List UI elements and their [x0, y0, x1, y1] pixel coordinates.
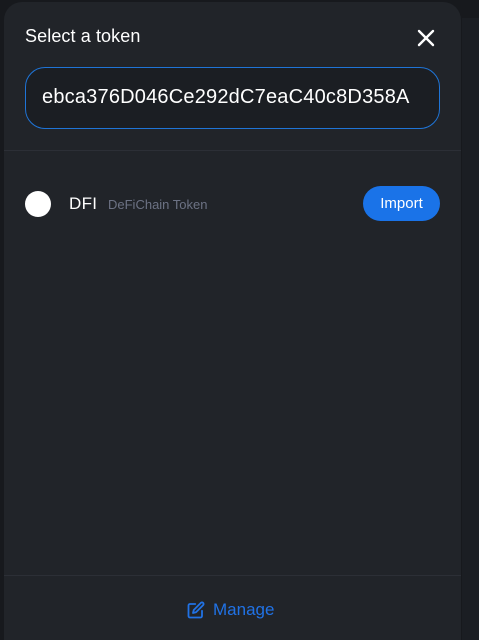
modal-title: Select a token [25, 26, 141, 46]
token-list-item: DFI DeFiChain Token Import [4, 178, 461, 230]
token-logo [25, 191, 51, 217]
divider [4, 150, 461, 151]
close-icon [412, 24, 440, 52]
edit-icon [187, 601, 205, 619]
select-token-modal: Select a token DFI DeFiChain Token Impor… [4, 2, 461, 640]
search-field [25, 67, 440, 129]
close-button[interactable] [412, 24, 440, 52]
manage-link[interactable]: Manage [187, 598, 274, 622]
import-button[interactable]: Import [363, 186, 440, 221]
token-name: DeFiChain Token [108, 197, 208, 212]
token-search-input[interactable] [42, 68, 427, 127]
token-symbol: DFI [69, 194, 98, 213]
divider [4, 575, 461, 576]
background-panel-edge [462, 18, 479, 640]
manage-label: Manage [213, 600, 275, 619]
